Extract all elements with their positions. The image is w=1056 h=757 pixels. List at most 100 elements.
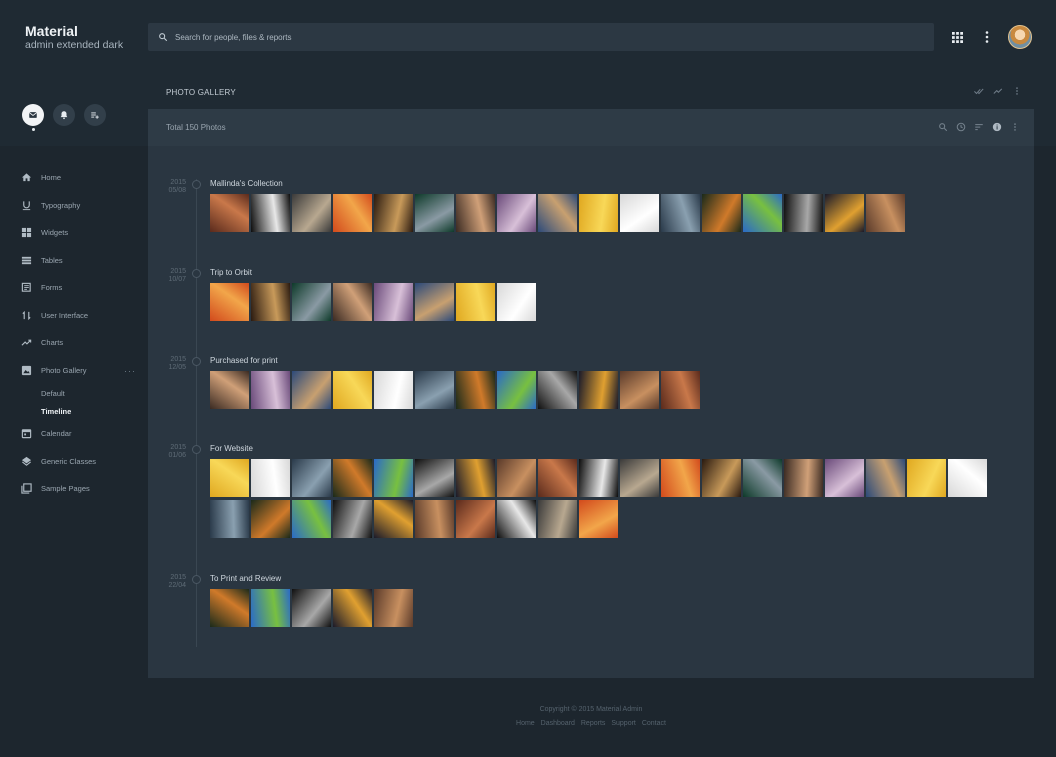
photo-thumbnail[interactable] [210,371,249,409]
photo-thumbnail[interactable] [825,194,864,232]
more-vert-icon[interactable] [1010,122,1020,132]
photo-thumbnail[interactable] [333,459,372,497]
photo-thumbnail[interactable] [620,459,659,497]
photo-thumbnail[interactable] [579,459,618,497]
photo-thumbnail[interactable] [538,500,577,538]
photo-thumbnail[interactable] [333,283,372,321]
sort-icon[interactable] [974,122,984,132]
sidebar-item-user-interface[interactable]: User Interface [0,302,148,330]
clock-icon[interactable] [956,122,966,132]
photo-thumbnail[interactable] [702,459,741,497]
messages-button[interactable] [22,104,44,126]
photo-thumbnail[interactable] [579,500,618,538]
brand[interactable]: Material admin extended dark [25,24,123,52]
photo-thumbnail[interactable] [456,459,495,497]
tasks-button[interactable] [84,104,106,126]
photo-thumbnail[interactable] [210,194,249,232]
album-title[interactable]: For Website [210,444,253,453]
photo-thumbnail[interactable] [210,589,249,627]
sidebar-item-charts[interactable]: Charts [0,329,148,357]
photo-thumbnail[interactable] [456,371,495,409]
photo-thumbnail[interactable] [251,371,290,409]
info-icon[interactable] [992,122,1002,132]
photo-thumbnail[interactable] [415,283,454,321]
photo-thumbnail[interactable] [415,371,454,409]
photo-thumbnail[interactable] [374,283,413,321]
sidebar-item-forms[interactable]: Forms [0,274,148,302]
album-title[interactable]: Purchased for print [210,356,278,365]
photo-thumbnail[interactable] [784,459,823,497]
notifications-button[interactable] [53,104,75,126]
photo-thumbnail[interactable] [456,283,495,321]
apps-grid-icon[interactable] [944,24,970,50]
photo-thumbnail[interactable] [538,371,577,409]
photo-thumbnail[interactable] [292,589,331,627]
photo-thumbnail[interactable] [538,459,577,497]
photo-thumbnail[interactable] [292,500,331,538]
photo-thumbnail[interactable] [292,459,331,497]
photo-thumbnail[interactable] [743,194,782,232]
more-vert-icon[interactable] [974,24,1000,50]
photo-thumbnail[interactable] [251,589,290,627]
done-all-icon[interactable] [974,86,984,96]
album-title[interactable]: Trip to Orbit [210,268,252,277]
photo-thumbnail[interactable] [538,194,577,232]
photo-thumbnail[interactable] [497,500,536,538]
photo-thumbnail[interactable] [907,459,946,497]
footer-link-reports[interactable]: Reports [581,720,606,727]
footer-link-contact[interactable]: Contact [642,720,666,727]
more-horiz-icon[interactable]: ··· [124,366,136,376]
photo-thumbnail[interactable] [333,500,372,538]
sidebar-item-photo-gallery[interactable]: Photo Gallery ··· [0,357,148,385]
photo-thumbnail[interactable] [251,194,290,232]
photo-thumbnail[interactable] [702,194,741,232]
avatar[interactable] [1008,25,1032,49]
photo-thumbnail[interactable] [620,371,659,409]
photo-thumbnail[interactable] [374,459,413,497]
photo-thumbnail[interactable] [948,459,987,497]
photo-thumbnail[interactable] [825,459,864,497]
photo-thumbnail[interactable] [661,371,700,409]
footer-link-home[interactable]: Home [516,720,535,727]
photo-thumbnail[interactable] [579,194,618,232]
photo-thumbnail[interactable] [210,283,249,321]
sidebar-item-generic-classes[interactable]: Generic Classes [0,448,148,476]
sidebar-item-widgets[interactable]: Widgets [0,219,148,247]
sidebar-item-typography[interactable]: Typography [0,192,148,220]
photo-thumbnail[interactable] [456,500,495,538]
album-title[interactable]: To Print and Review [210,574,281,583]
photo-thumbnail[interactable] [784,194,823,232]
photo-thumbnail[interactable] [251,459,290,497]
photo-thumbnail[interactable] [415,459,454,497]
photo-thumbnail[interactable] [620,194,659,232]
photo-thumbnail[interactable] [210,500,249,538]
photo-thumbnail[interactable] [743,459,782,497]
sidebar-item-home[interactable]: Home [0,164,148,192]
photo-thumbnail[interactable] [456,194,495,232]
footer-link-dashboard[interactable]: Dashboard [541,720,575,727]
photo-thumbnail[interactable] [333,371,372,409]
sidebar-subitem-default[interactable]: Default [0,384,148,402]
photo-thumbnail[interactable] [374,371,413,409]
photo-thumbnail[interactable] [661,459,700,497]
photo-thumbnail[interactable] [333,194,372,232]
trending-up-icon[interactable] [993,86,1003,96]
photo-thumbnail[interactable] [866,459,905,497]
search-icon[interactable] [938,122,948,132]
search-input[interactable] [175,32,875,42]
photo-thumbnail[interactable] [292,371,331,409]
photo-thumbnail[interactable] [333,589,372,627]
sidebar-item-sample-pages[interactable]: Sample Pages [0,475,148,503]
photo-thumbnail[interactable] [661,194,700,232]
photo-thumbnail[interactable] [374,500,413,538]
photo-thumbnail[interactable] [210,459,249,497]
photo-thumbnail[interactable] [374,194,413,232]
photo-thumbnail[interactable] [251,500,290,538]
sidebar-item-tables[interactable]: Tables [0,247,148,275]
photo-thumbnail[interactable] [292,283,331,321]
photo-thumbnail[interactable] [497,194,536,232]
photo-thumbnail[interactable] [497,371,536,409]
photo-thumbnail[interactable] [251,283,290,321]
photo-thumbnail[interactable] [866,194,905,232]
album-title[interactable]: Mallinda's Collection [210,179,283,188]
